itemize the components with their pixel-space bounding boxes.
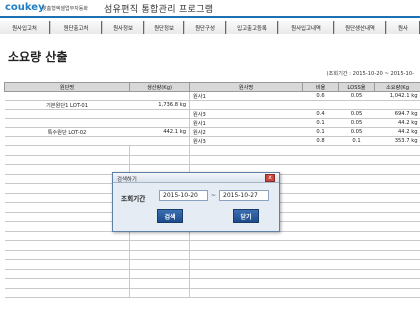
table-row: 기본원단1 LOT-01 1,736.8 kg [4,100,420,110]
tab-fabric-composition[interactable]: 원단구성 [184,21,226,34]
cell-required [374,100,420,110]
tab-yarn-supplier[interactable]: 원사입고처 [0,21,50,34]
tab-yarn[interactable]: 원사 [386,21,420,34]
cell-yarn: 원사3 [189,136,303,146]
cell-fabric [4,118,130,128]
cell-fabric [4,136,130,146]
empty-row [4,240,420,251]
empty-row [4,231,420,241]
empty-row [4,269,420,279]
search-dialog: 검색하기 x 조회기간 2015-10-20 ~ 2015-10-27 검색 닫… [112,172,280,232]
period-label: (조회기간 : 2015-10-20 ~ 2015-10- [326,71,415,77]
close-button[interactable]: 닫기 [233,209,259,223]
cell-qty: 1,736.8 kg [129,100,190,110]
tab-inout-register[interactable]: 입고출고등록 [226,21,278,34]
cell-loss: 0.05 [338,109,375,119]
table-row: 원사1 0.6 0.05 1,042.1 kg [4,91,420,101]
cell-required: 353.7 kg [374,136,420,146]
empty-row [4,250,420,260]
col-yarn: 원사명 [189,82,303,92]
cell-yarn: 원사3 [189,109,303,119]
header-bar: coukey 맞춤형엑셀업무자동화 섬유편직 통합관리 프로그램 [0,0,420,18]
cell-ratio: 0.4 [302,109,339,119]
cell-required: 44.2 kg [374,118,420,128]
tagline: 맞춤형엑셀업무자동화 [42,6,89,12]
period-field-label: 조회기간 [121,195,146,203]
col-loss: LOSS율 [338,82,375,92]
dialog-title: 검색하기 [113,173,279,183]
cell-loss: 0.05 [338,91,375,101]
cell-required: 44.2 kg [374,127,420,137]
end-date-input[interactable]: 2015-10-27 [219,190,269,201]
cell-required: 1,042.1 kg [374,91,420,101]
cell-yarn: 원사2 [189,127,303,137]
col-ratio: 비율 [302,82,339,92]
tab-fabric-info[interactable]: 원단정보 [144,21,184,34]
cell-fabric: 특수원단 LOT-02 [4,127,130,137]
cell-loss: 0.05 [338,118,375,128]
cell-ratio: 0.1 [302,127,339,137]
cell-loss [338,100,375,110]
empty-row [4,145,420,156]
tab-yarn-receipts[interactable]: 원사입고내역 [278,21,334,34]
start-date-input[interactable]: 2015-10-20 [159,190,208,201]
cell-fabric [4,109,130,119]
logo: coukey [5,2,45,13]
cell-loss: 0.1 [338,136,375,146]
cell-ratio: 0.6 [302,91,339,101]
cell-qty: 442.1 kg [129,127,190,137]
empty-row [4,259,420,270]
page-title: 소요량 산출 [8,50,68,64]
cell-yarn: 원사1 [189,118,303,128]
cell-qty [129,91,190,101]
tab-fabric-production[interactable]: 원단생산내역 [334,21,386,34]
table-row: 원사1 0.1 0.05 44.2 kg [4,118,420,128]
table-row: 특수원단 LOT-02 442.1 kg 원사2 0.1 0.05 44.2 k… [4,127,420,137]
range-tilde: ~ [211,192,217,199]
table-header-row: 원단명 생산량(Kg) 원사명 비율 LOSS율 소요량(Kg [4,82,420,92]
empty-row [4,155,420,165]
cell-qty [129,136,190,146]
empty-row [4,288,420,298]
cell-fabric: 기본원단1 LOT-01 [4,100,130,110]
cell-loss: 0.05 [338,127,375,137]
cell-yarn [189,100,303,110]
cell-fabric [4,91,130,101]
empty-row [4,278,420,289]
tab-yarn-info[interactable]: 원사정보 [102,21,144,34]
col-fabric: 원단명 [4,82,130,92]
col-required: 소요량(Kg [374,82,420,92]
col-qty: 생산량(Kg) [129,82,190,92]
cell-qty [129,118,190,128]
cell-ratio [302,100,339,110]
cell-required: 694.7 kg [374,109,420,119]
cell-ratio: 0.8 [302,136,339,146]
cell-qty [129,109,190,119]
search-button[interactable]: 검색 [157,209,183,223]
tab-bar: 원사입고처 원단출고처 원사정보 원단정보 원단구성 입고출고등록 원사입고내역… [0,21,420,34]
table-row: 원사3 0.4 0.05 694.7 kg [4,109,420,119]
tab-fabric-shipto[interactable]: 원단출고처 [50,21,102,34]
dialog-close-icon[interactable]: x [265,174,275,182]
cell-ratio: 0.1 [302,118,339,128]
table-row: 원사3 0.8 0.1 353.7 kg [4,136,420,146]
app-title: 섬유편직 통합관리 프로그램 [104,5,214,15]
cell-yarn: 원사1 [189,91,303,101]
